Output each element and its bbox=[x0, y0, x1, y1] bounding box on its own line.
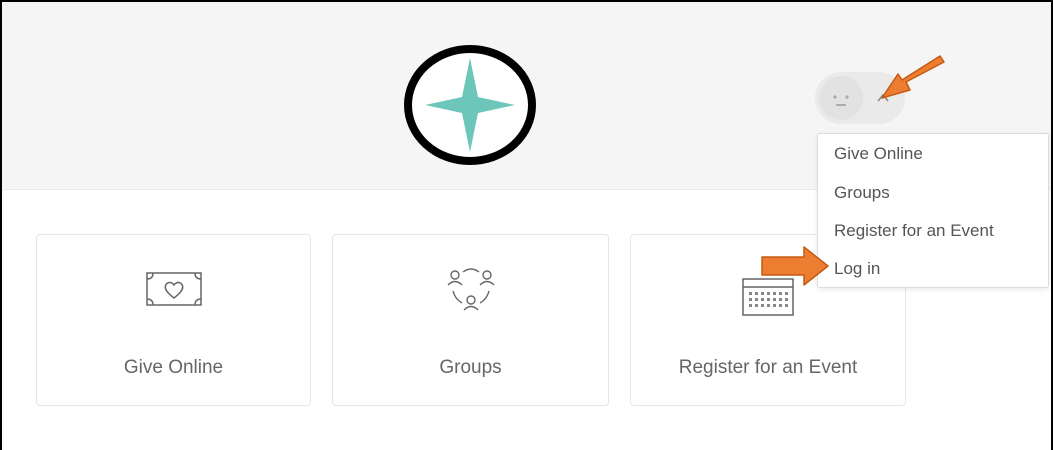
money-heart-icon bbox=[145, 272, 202, 306]
four-point-star-logo[interactable] bbox=[403, 44, 537, 166]
menu-item-groups[interactable]: Groups bbox=[834, 183, 890, 203]
annotation-arrow-icon bbox=[761, 246, 829, 286]
menu-item-log-in[interactable]: Log in bbox=[834, 259, 880, 279]
neutral-face-icon bbox=[819, 76, 863, 120]
menu-item-register-event[interactable]: Register for an Event bbox=[834, 221, 994, 241]
user-dropdown-menu: Give Online Groups Register for an Event… bbox=[817, 133, 1049, 288]
card-give-online[interactable]: Give Online bbox=[36, 234, 311, 406]
card-label: Register for an Event bbox=[678, 357, 858, 378]
people-group-icon bbox=[447, 268, 494, 311]
card-label: Give Online bbox=[123, 357, 224, 378]
card-groups[interactable]: Groups bbox=[332, 234, 609, 406]
card-label: Groups bbox=[439, 357, 502, 378]
annotation-arrow-icon bbox=[881, 55, 945, 99]
menu-item-give-online[interactable]: Give Online bbox=[834, 144, 923, 164]
